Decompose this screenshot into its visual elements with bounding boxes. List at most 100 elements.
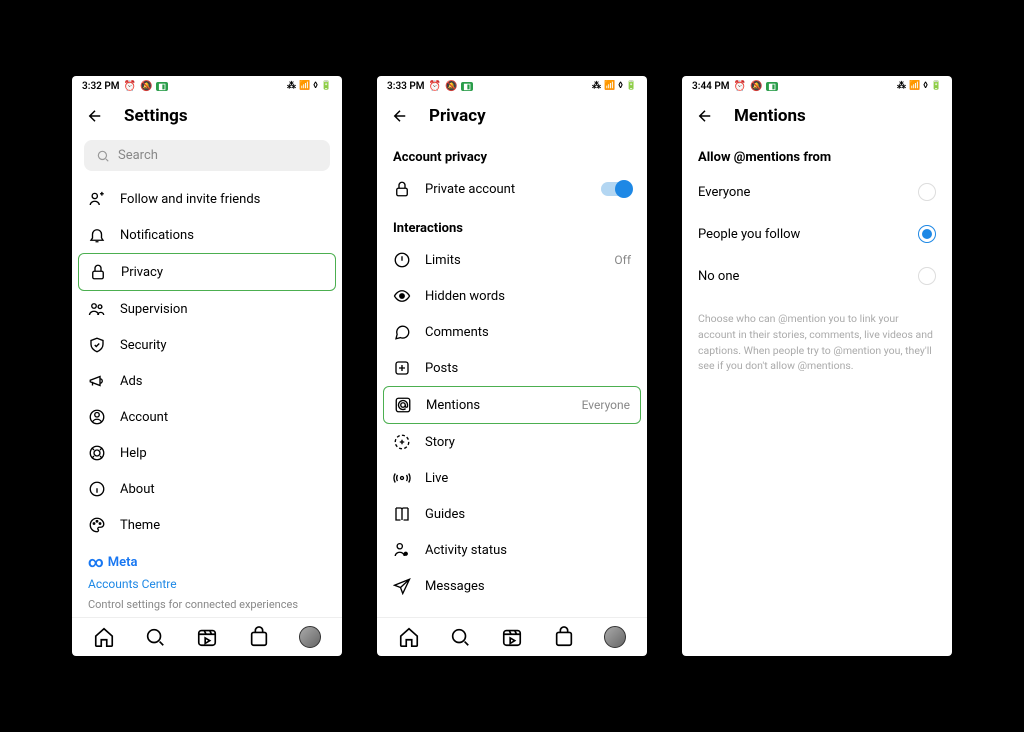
app-badge-icon: ◧ <box>461 82 473 91</box>
nav-search-icon[interactable] <box>144 626 166 648</box>
header: Mentions <box>682 96 952 136</box>
meta-infinity-icon: ∞ <box>88 553 104 571</box>
accounts-centre-link[interactable]: Accounts Centre <box>88 571 326 597</box>
bottom-nav <box>72 617 342 656</box>
alarm-icon: ⏰ <box>429 81 441 92</box>
search-input[interactable]: Search <box>84 140 330 171</box>
bottom-nav <box>377 617 647 656</box>
settings-item-about[interactable]: About <box>72 471 342 507</box>
item-label: Limits <box>425 253 600 268</box>
meta-section: ∞ Meta Accounts Centre Control settings … <box>72 543 342 617</box>
mentions-option-people-you-follow[interactable]: People you follow <box>682 213 952 255</box>
battery-icon: 🔋 <box>321 81 332 91</box>
item-label: Story <box>425 435 631 450</box>
nav-home-icon[interactable] <box>398 626 420 648</box>
private-toggle[interactable] <box>601 182 631 196</box>
app-badge-icon: ◧ <box>766 82 778 91</box>
back-icon[interactable] <box>86 107 104 125</box>
radio-no-one[interactable] <box>918 267 936 285</box>
chat-icon <box>393 323 411 341</box>
settings-item-theme[interactable]: Theme <box>72 507 342 543</box>
info-icon <box>88 480 106 498</box>
nav-reels-icon[interactable] <box>196 626 218 648</box>
nav-profile-icon[interactable] <box>604 626 626 648</box>
item-label: Messages <box>425 579 631 594</box>
mentions-option-no-one[interactable]: No one <box>682 255 952 297</box>
activity-icon <box>393 541 411 559</box>
item-trail: Off <box>614 253 631 267</box>
dnd-icon: 🔕 <box>750 81 762 92</box>
item-label: Hidden words <box>425 289 631 304</box>
settings-item-follow[interactable]: Follow and invite friends <box>72 181 342 217</box>
settings-list: Follow and invite friends Notifications … <box>72 181 342 617</box>
nav-home-icon[interactable] <box>93 626 115 648</box>
back-icon[interactable] <box>696 107 714 125</box>
privacy-item-live[interactable]: Live <box>377 460 647 496</box>
status-bar: 3:33 PM ⏰ 🔕 ◧ ⁂ 📶 ◊ 🔋 <box>377 76 647 96</box>
item-label: Notifications <box>120 228 326 243</box>
bell-icon <box>88 226 106 244</box>
privacy-item-messages[interactable]: Messages <box>377 568 647 604</box>
item-label: Private account <box>425 182 587 197</box>
item-label: Posts <box>425 361 631 376</box>
nav-shop-icon[interactable] <box>553 626 575 648</box>
meta-description: Control settings for connected experienc… <box>88 597 326 617</box>
privacy-item-posts[interactable]: Posts <box>377 350 647 386</box>
settings-item-help[interactable]: Help <box>72 435 342 471</box>
privacy-item-activity-status[interactable]: Activity status <box>377 532 647 568</box>
privacy-item-guides[interactable]: Guides <box>377 496 647 532</box>
settings-item-security[interactable]: Security <box>72 327 342 363</box>
radio-everyone[interactable] <box>918 183 936 201</box>
eye-off-icon <box>393 287 411 305</box>
settings-item-ads[interactable]: Ads <box>72 363 342 399</box>
settings-item-notifications[interactable]: Notifications <box>72 217 342 253</box>
option-label: No one <box>698 269 904 284</box>
search-icon <box>96 149 110 163</box>
phone-privacy: 3:33 PM ⏰ 🔕 ◧ ⁂ 📶 ◊ 🔋 Privacy Account pr… <box>377 76 647 656</box>
section-account-privacy: Account privacy <box>377 136 647 171</box>
header: Privacy <box>377 96 647 136</box>
item-label: Security <box>120 338 326 353</box>
wifi-icon: ◊ <box>313 81 318 91</box>
dnd-icon: 🔕 <box>140 81 152 92</box>
status-bar: 3:44 PM ⏰ 🔕 ◧ ⁂ 📶 ◊ 🔋 <box>682 76 952 96</box>
item-label: Theme <box>120 518 326 533</box>
item-label: Privacy <box>121 265 325 280</box>
back-icon[interactable] <box>391 107 409 125</box>
item-label: Guides <box>425 507 631 522</box>
mentions-option-everyone[interactable]: Everyone <box>682 171 952 213</box>
nav-reels-icon[interactable] <box>501 626 523 648</box>
settings-item-account[interactable]: Account <box>72 399 342 435</box>
signal-icon: 📶 <box>299 81 310 91</box>
privacy-item-story[interactable]: Story <box>377 424 647 460</box>
privacy-item-comments[interactable]: Comments <box>377 314 647 350</box>
status-bar: 3:32 PM ⏰ 🔕 ◧ ⁂ 📶 ◊ 🔋 <box>72 76 342 96</box>
alarm-icon: ⏰ <box>734 81 746 92</box>
bluetooth-icon: ⁂ <box>897 81 906 91</box>
settings-item-supervision[interactable]: Supervision <box>72 291 342 327</box>
settings-item-privacy[interactable]: Privacy <box>78 253 336 291</box>
nav-profile-icon[interactable] <box>299 626 321 648</box>
radio-people-you-follow[interactable] <box>918 225 936 243</box>
item-label: Ads <box>120 374 326 389</box>
megaphone-icon <box>88 372 106 390</box>
search-placeholder: Search <box>118 148 158 163</box>
item-label: Help <box>120 446 326 461</box>
app-badge-icon: ◧ <box>156 82 168 91</box>
privacy-item-mentions[interactable]: Mentions Everyone <box>383 386 641 424</box>
nav-shop-icon[interactable] <box>248 626 270 648</box>
bluetooth-icon: ⁂ <box>592 81 601 91</box>
privacy-item-hidden-words[interactable]: Hidden words <box>377 278 647 314</box>
privacy-item-private-account[interactable]: Private account <box>377 171 647 207</box>
shield-icon <box>88 336 106 354</box>
phone-mentions: 3:44 PM ⏰ 🔕 ◧ ⁂ 📶 ◊ 🔋 Mentions Allow @me… <box>682 76 952 656</box>
wifi-icon: ◊ <box>923 81 928 91</box>
page-title: Settings <box>124 106 188 126</box>
meta-logo: ∞ Meta <box>88 553 326 571</box>
nav-search-icon[interactable] <box>449 626 471 648</box>
person-circle-icon <box>88 408 106 426</box>
privacy-item-limits[interactable]: Limits Off <box>377 242 647 278</box>
send-icon <box>393 577 411 595</box>
item-label: About <box>120 482 326 497</box>
item-trail: Everyone <box>582 398 630 412</box>
